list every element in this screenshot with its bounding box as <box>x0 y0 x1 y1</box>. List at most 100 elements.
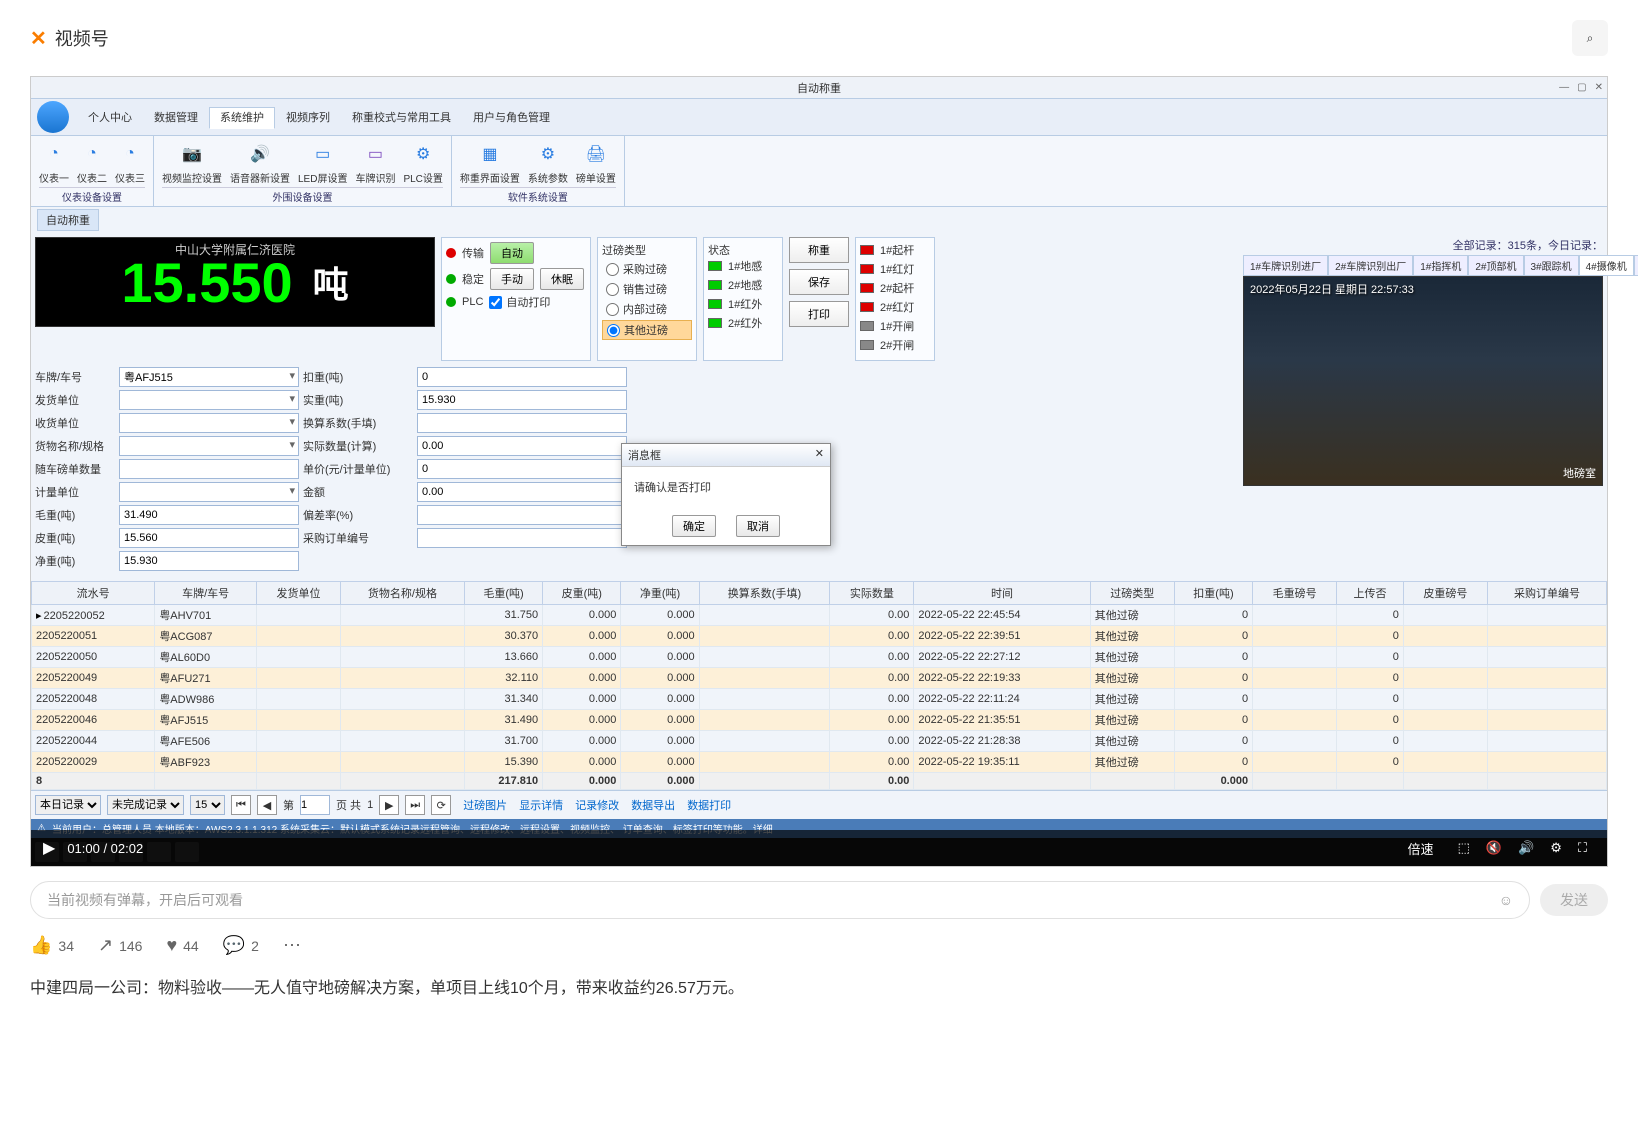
first-page-icon[interactable]: ⏮ <box>231 795 251 815</box>
maximize-icon[interactable]: ▢ <box>1577 82 1586 93</box>
menu-2[interactable]: 系统维护 <box>209 107 275 129</box>
ribbon-语音器新设置[interactable]: 🔊语音器新设置 <box>230 140 290 185</box>
menu-bar: 个人中心数据管理系统维护视频序列称重校式与常用工具用户与角色管理 <box>31 99 1607 136</box>
social-👍[interactable]: 👍34 <box>30 935 74 956</box>
social-row: 👍34 ↗146 ♥44 💬2 ⋯ <box>30 935 1608 956</box>
records-table[interactable]: 流水号车牌/车号发货单位货物名称/规格毛重(吨)皮重(吨)净重(吨)换算系数(手… <box>31 581 1607 790</box>
cam-tab-2[interactable]: 1#指挥机 <box>1413 255 1468 276</box>
next-page-icon[interactable]: ▶ <box>379 795 399 815</box>
page-logo[interactable]: ✕ 视频号 <box>30 25 109 51</box>
ribbon-LED屏设置[interactable]: ▭LED屏设置 <box>298 140 347 185</box>
last-page-icon[interactable]: ⏭ <box>405 795 425 815</box>
ribbon-视频监控设置[interactable]: 📷视频监控设置 <box>162 140 222 185</box>
cam-tab-5[interactable]: 4#摄像机 <box>1579 255 1634 276</box>
cam-tab-3[interactable]: 2#顶部机 <box>1468 255 1523 276</box>
ribbon-称重界面设置[interactable]: ▦称重界面设置 <box>460 140 520 185</box>
menu-3[interactable]: 视频序列 <box>275 107 341 129</box>
video-icon-1[interactable]: 🔇 <box>1486 840 1502 855</box>
speed-button[interactable]: 倍速 <box>1408 839 1434 858</box>
table-row[interactable]: 2205220048粤ADW98631.3400.0000.0000.00202… <box>32 689 1607 710</box>
pager-link-过磅图片[interactable]: 过磅图片 <box>457 800 513 812</box>
page-size[interactable]: 15 <box>190 795 225 815</box>
cam-tab-6[interactable]: 日志 <box>1634 255 1638 276</box>
app-titlebar: 自动称重 — ▢ ✕ <box>31 77 1607 99</box>
field-换算系数(手填)[interactable] <box>417 413 627 433</box>
cam-tab-0[interactable]: 1#车牌识别进厂 <box>1243 255 1328 276</box>
table-row[interactable]: 2205220051粤ACG08730.3700.0000.0000.00202… <box>32 626 1607 647</box>
menu-4[interactable]: 称重校式与常用工具 <box>341 107 462 129</box>
video-icon-0[interactable]: ⬚ <box>1458 840 1470 855</box>
table-row[interactable]: 2205220046粤AFJ51531.4900.0000.0000.00202… <box>32 710 1607 731</box>
field-单价(元/计量单位)[interactable] <box>417 459 627 479</box>
ribbon-车牌识别[interactable]: ▭车牌识别 <box>355 140 395 185</box>
action-打印[interactable]: 打印 <box>789 301 849 327</box>
dialog-cancel-button[interactable]: 取消 <box>736 515 780 537</box>
field-收货单位[interactable] <box>119 413 299 433</box>
field-车牌/车号[interactable] <box>119 367 299 387</box>
field-扣重(吨)[interactable] <box>417 367 627 387</box>
menu-1[interactable]: 数据管理 <box>143 107 209 129</box>
ribbon-仪表三[interactable]: ◔仪表三 <box>115 140 145 185</box>
tab-weighing[interactable]: 自动称重 <box>37 209 99 231</box>
pager-link-数据导出[interactable]: 数据导出 <box>625 800 681 812</box>
dialog-ok-button[interactable]: 确定 <box>672 515 716 537</box>
ribbon-PLC设置[interactable]: ⚙PLC设置 <box>403 140 442 185</box>
video-icon-4[interactable]: ⛶ <box>1578 840 1587 855</box>
video-icon-2[interactable]: 🔊 <box>1518 840 1534 855</box>
minimize-icon[interactable]: — <box>1559 82 1569 93</box>
filter-date[interactable]: 本日记录 <box>35 795 101 815</box>
field-计量单位[interactable] <box>119 482 299 502</box>
pager-link-显示详情[interactable]: 显示详情 <box>513 800 569 812</box>
ribbon-系统参数[interactable]: ⚙系统参数 <box>528 140 568 185</box>
prev-page-icon[interactable]: ◀ <box>257 795 277 815</box>
ribbon-磅单设置[interactable]: 🖨磅单设置 <box>576 140 616 185</box>
danmu-input[interactable]: 当前视频有弹幕，开启后可观看 ☺ <box>30 881 1530 919</box>
field-随车磅单数量[interactable] <box>119 459 299 479</box>
emoji-icon[interactable]: ☺ <box>1499 892 1513 908</box>
ribbon-仪表一[interactable]: ◔仪表一 <box>39 140 69 185</box>
ribbon-仪表二[interactable]: ◔仪表二 <box>77 140 107 185</box>
camera-view[interactable]: 2022年05月22日 星期日 22:57:33 地磅室 <box>1243 276 1603 486</box>
refresh-icon[interactable]: ⟳ <box>431 795 451 815</box>
social-⋯[interactable]: ⋯ <box>283 935 307 956</box>
type-采购过磅[interactable]: 采购过磅 <box>602 260 692 278</box>
play-icon[interactable]: ▶ <box>43 838 55 858</box>
close-icon[interactable]: ✕ <box>1595 82 1603 93</box>
status-panel: 传输自动稳定手动休眠PLC自动打印 <box>441 237 591 361</box>
filter-status[interactable]: 未完成记录 <box>107 795 184 815</box>
send-button[interactable]: 发送 <box>1540 884 1608 916</box>
table-row[interactable]: 2205220050粤AL60D013.6600.0000.0000.00202… <box>32 647 1607 668</box>
field-采购订单编号[interactable] <box>417 528 627 548</box>
table-row[interactable]: 2205220044粤AFE50631.7000.0000.0000.00202… <box>32 731 1607 752</box>
search-button[interactable]: ⌕ <box>1572 20 1608 56</box>
table-row[interactable]: 2205220052粤AHV70131.7500.0000.0000.00202… <box>32 605 1607 626</box>
menu-0[interactable]: 个人中心 <box>77 107 143 129</box>
dialog-close-icon[interactable]: ✕ <box>815 447 824 463</box>
page-input[interactable] <box>300 795 330 815</box>
field-实际数量(计算)[interactable] <box>417 436 627 456</box>
menu-5[interactable]: 用户与角色管理 <box>462 107 561 129</box>
table-row[interactable]: 2205220029粤ABF92315.3900.0000.0000.00202… <box>32 752 1607 773</box>
video-icon-3[interactable]: ⚙ <box>1550 840 1562 855</box>
table-row[interactable]: 2205220049粤AFU27132.1100.0000.0000.00202… <box>32 668 1607 689</box>
field-皮重(吨)[interactable] <box>119 528 299 548</box>
action-称重[interactable]: 称重 <box>789 237 849 263</box>
type-其他过磅[interactable]: 其他过磅 <box>602 320 692 340</box>
action-保存[interactable]: 保存 <box>789 269 849 295</box>
social-↗[interactable]: ↗146 <box>98 935 142 956</box>
social-💬[interactable]: 💬2 <box>223 935 259 956</box>
pager-link-数据打印[interactable]: 数据打印 <box>681 800 737 812</box>
cam-tab-4[interactable]: 3#跟踪机 <box>1524 255 1579 276</box>
pager-link-记录修改[interactable]: 记录修改 <box>569 800 625 812</box>
field-金额[interactable] <box>417 482 627 502</box>
type-内部过磅[interactable]: 内部过磅 <box>602 300 692 318</box>
field-发货单位[interactable] <box>119 390 299 410</box>
cam-tab-1[interactable]: 2#车牌识别出厂 <box>1328 255 1413 276</box>
field-货物名称/规格[interactable] <box>119 436 299 456</box>
field-偏差率(%)[interactable] <box>417 505 627 525</box>
field-毛重(吨)[interactable] <box>119 505 299 525</box>
field-实重(吨)[interactable] <box>417 390 627 410</box>
type-销售过磅[interactable]: 销售过磅 <box>602 280 692 298</box>
social-♥[interactable]: ♥44 <box>166 935 198 956</box>
field-净重(吨)[interactable] <box>119 551 299 571</box>
